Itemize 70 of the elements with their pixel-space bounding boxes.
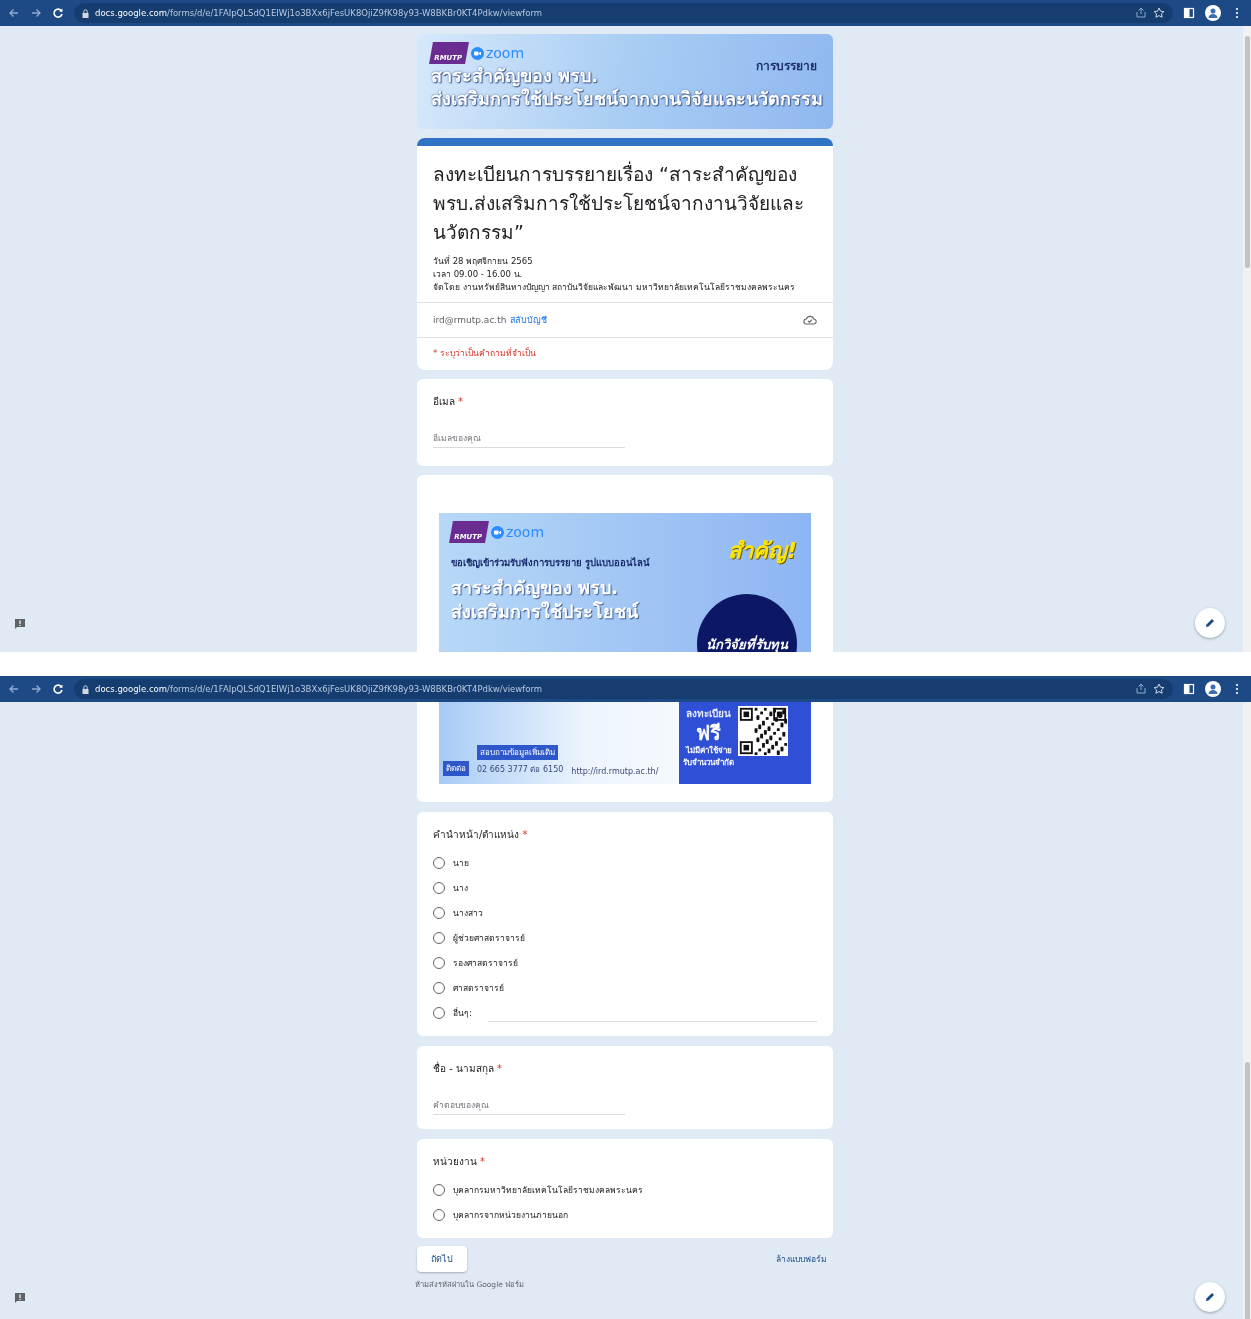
form-description: วันที่ 28 พฤศจิกายน 2565 [433, 255, 534, 268]
zoom-logo: zoom [470, 45, 525, 61]
form-title: ลงทะเบียนการบรรยายเรื่อง “สาระสำคัญของ พรบ.ส่งเสริมการใช้ประโยชน์จากงานวิจัยและนวัตกรรม” [433, 160, 806, 245]
feedback-icon[interactable] [14, 618, 26, 630]
poster-register-text: ลงทะเบียน [686, 707, 731, 721]
form-description: เวลา 09.00 - 16.00 น. [433, 268, 524, 281]
required-note: * ระบุว่าเป็นคำถามที่จำเป็น [417, 337, 833, 370]
question-label: หน่วยงาน * [433, 1155, 486, 1169]
poster-url: http://ird.rmutp.ac.th/ [571, 767, 659, 776]
sidebar-icon[interactable] [1183, 683, 1195, 695]
pencil-icon [1204, 1291, 1216, 1303]
radio-option[interactable]: บุคลากรมหาวิทยาลัยเทคโนโลยีราชมงคลพระนคร [433, 1181, 817, 1199]
radio-option[interactable]: นาย [433, 854, 817, 872]
question-label: ชื่อ - นามสกุล * [433, 1062, 503, 1076]
lock-icon [82, 684, 89, 694]
star-icon[interactable] [1153, 7, 1165, 19]
poster-heading: ส่งเสริมการใช้ประโยชน์ [451, 600, 640, 624]
star-icon[interactable] [1153, 683, 1165, 695]
back-icon[interactable] [8, 7, 20, 19]
edit-button[interactable] [1195, 1282, 1225, 1312]
next-button[interactable]: ถัดไป [417, 1246, 467, 1272]
radio-option[interactable]: นาง [433, 879, 817, 897]
question-label: อีเมล * [433, 395, 464, 409]
avatar[interactable] [1205, 5, 1221, 21]
cloud-check-icon [803, 315, 817, 325]
sidebar-icon[interactable] [1183, 7, 1195, 19]
poster-note: ไม่มีค่าใช้จ่าย [685, 745, 732, 757]
feedback-icon[interactable] [14, 1292, 26, 1304]
poster-highlight-text: สำคัญ! [727, 537, 797, 566]
poster-label: สอบถามข้อมูลเพิ่มเติม [477, 745, 558, 760]
scrollbar[interactable] [1243, 26, 1251, 652]
poster-free-text: ฟรี [696, 721, 721, 745]
back-icon[interactable] [8, 683, 20, 695]
edit-button[interactable] [1195, 608, 1225, 638]
poster-circle-text: นักวิจัยที่รับทุน [706, 634, 788, 652]
switch-account-link[interactable]: สลับบัญชี [510, 313, 548, 327]
poster-phone: 02 665 3777 ต่อ 6150 [477, 764, 564, 776]
banner-tag: การบรรยาย [756, 56, 817, 75]
address-bar[interactable]: docs.google.com/forms/d/e/1FAIpQLSdQ1EIWj1o3BXx6jFesUK8OjiZ9fK98y93-W8BKBr0KT4Pdkw/viewform [74, 3, 1173, 23]
poster-invite: ขอเชิญเข้าร่วมรับฟังการบรรยาย รูปแบบออนไลน์ [451, 556, 651, 570]
scrollbar[interactable] [1243, 702, 1251, 1319]
radio-option[interactable]: บุคลากรจากหน่วยงานภายนอก [433, 1206, 817, 1224]
question-label: คำนำหน้า/ตำแหน่ง * [433, 828, 529, 842]
banner-heading: สาระสำคัญของ พรบ. [431, 64, 599, 87]
forward-icon[interactable] [30, 683, 42, 695]
reload-icon[interactable] [52, 683, 64, 695]
poster-label: ติดต่อ [443, 761, 469, 776]
form-description: จัดโดย งานทรัพย์สินทางปัญญา สถาบันวิจัยและพัฒนา มหาวิทยาลัยเทคโนโลยีราชมงคลพระนคร [433, 281, 797, 294]
clear-form-link[interactable]: ล้างแบบฟอร์ม [776, 1252, 827, 1266]
poster-note: รับจำนวนจำกัด [683, 757, 734, 769]
radio-option[interactable]: รองศาสตราจารย์ [433, 954, 817, 972]
forward-icon[interactable] [30, 7, 42, 19]
qr-code [738, 706, 788, 756]
account-email: ird@rmutp.ac.th [433, 315, 507, 325]
avatar[interactable] [1205, 681, 1221, 697]
radio-option[interactable]: ศาสตราจารย์ [433, 979, 817, 997]
answer-field[interactable]: คำตอบของคุณ [433, 1096, 625, 1115]
zoom-logo: zoom [490, 524, 545, 540]
radio-option[interactable]: อื่นๆ: [433, 1004, 817, 1022]
share-icon[interactable] [1135, 683, 1147, 695]
pencil-icon [1204, 617, 1216, 629]
address-bar[interactable]: docs.google.com/forms/d/e/1FAIpQLSdQ1EIWj1o3BXx6jFesUK8OjiZ9fK98y93-W8BKBr0KT4Pdkw/viewform [74, 679, 1173, 699]
banner-heading: ส่งเสริมการใช้ประโยชน์จากงานวิจัยและนวัตกรรม [431, 87, 823, 110]
poster-heading: สาระสำคัญของ พรบ. [451, 576, 620, 600]
reload-icon[interactable] [52, 7, 64, 19]
lock-icon [82, 8, 89, 18]
answer-field[interactable]: อีเมลของคุณ [433, 429, 625, 448]
share-icon[interactable] [1135, 7, 1147, 19]
radio-option[interactable]: นางสาว [433, 904, 817, 922]
radio-option[interactable]: ผู้ช่วยศาสตราจารย์ [433, 929, 817, 947]
